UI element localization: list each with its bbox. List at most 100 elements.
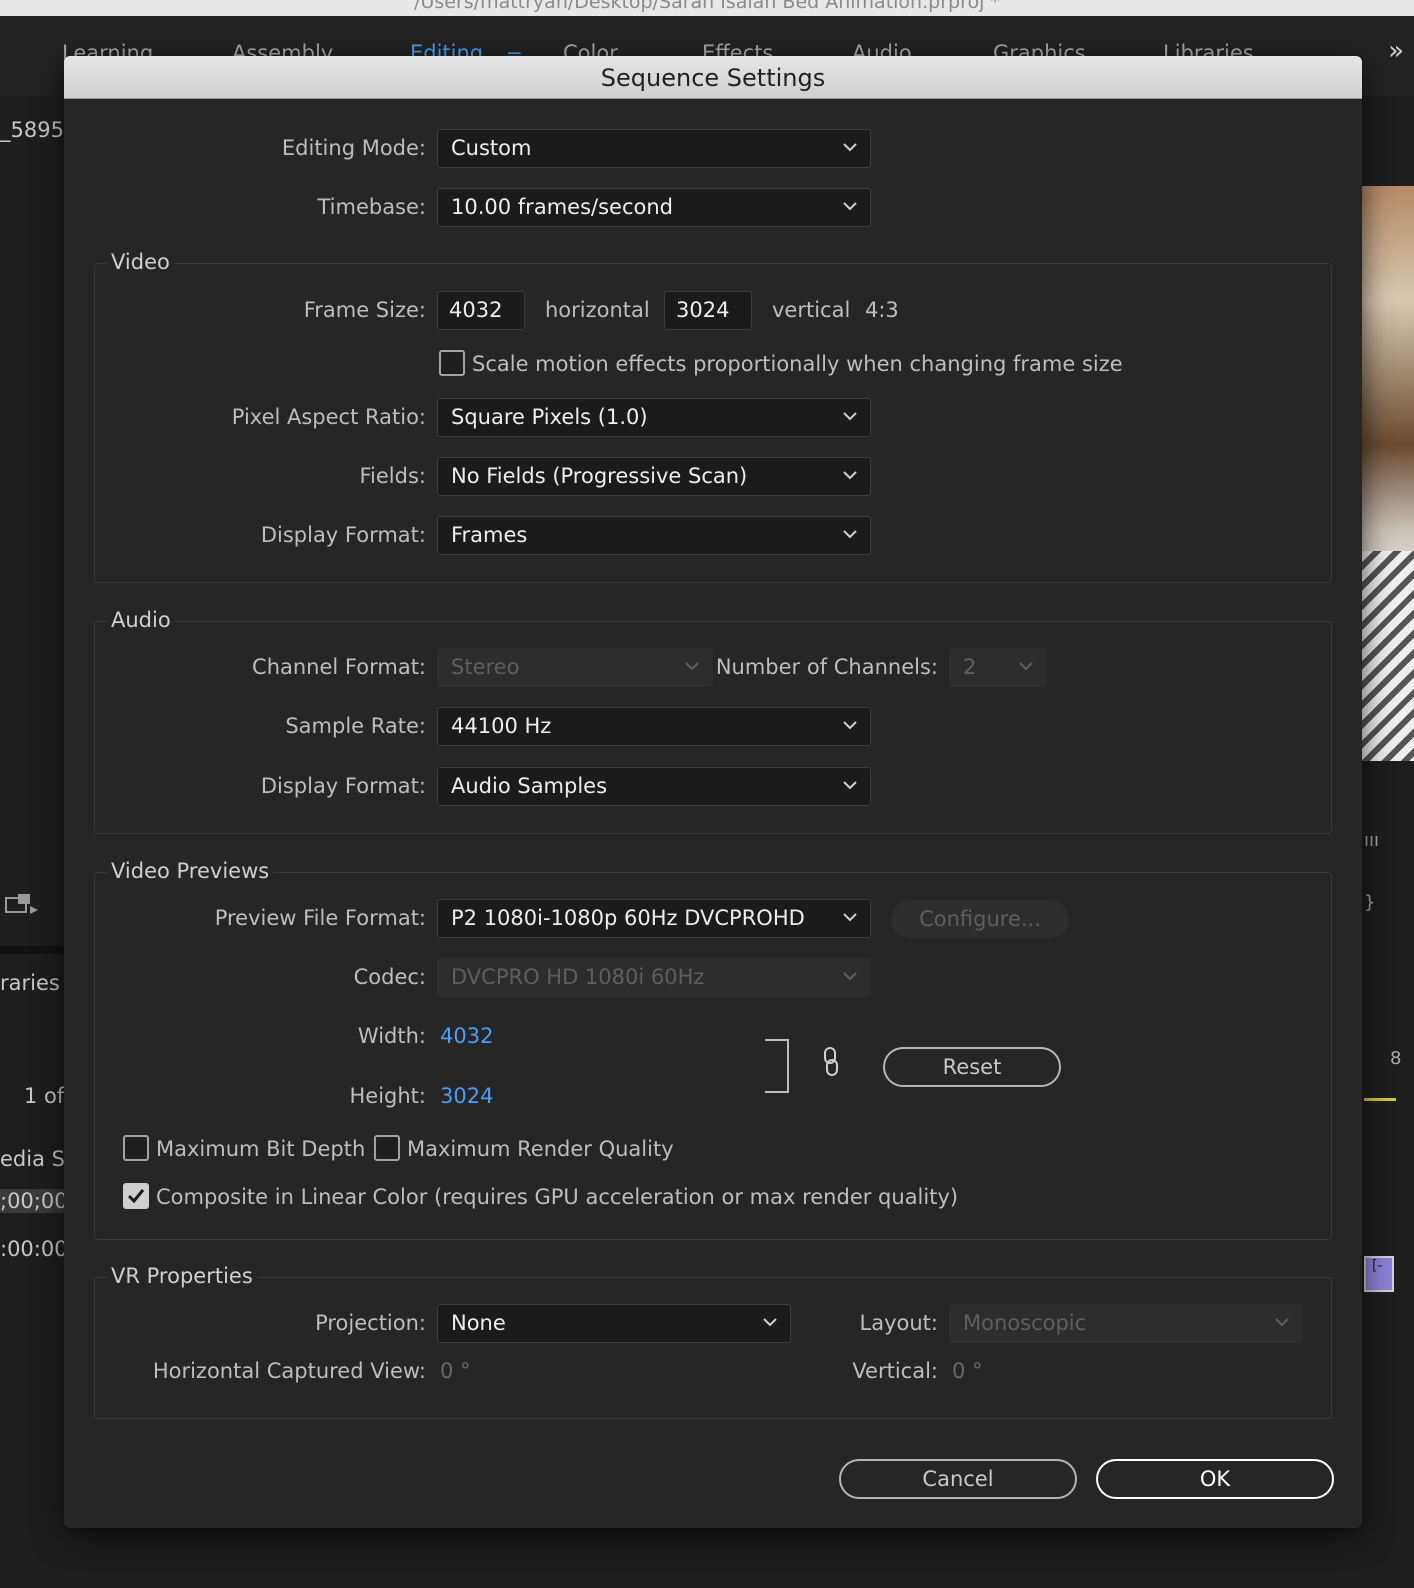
export-frame-icon[interactable] [4,892,40,923]
chevron-down-icon [843,781,857,790]
max-bit-depth-label: Maximum Bit Depth [156,1137,366,1161]
scale-motion-label: Scale motion effects proportionally when… [472,352,1123,376]
chevron-down-icon [843,143,857,152]
h-captured-view-value: 0 ° [440,1359,471,1383]
video-display-format-label: Display Format: [260,523,426,547]
cancel-button[interactable]: Cancel [839,1459,1077,1499]
projection-label: Projection: [315,1311,426,1335]
frame-width-value: 4032 [449,298,503,322]
channel-format-label: Channel Format: [252,655,426,679]
max-render-quality-label: Maximum Render Quality [407,1137,674,1161]
layout-value: Monoscopic [963,1311,1087,1335]
projection-value: None [451,1311,506,1335]
chain-link-icon[interactable] [822,1046,840,1078]
ruler-ticks-icon: ııı [1364,830,1380,851]
scale-motion-checkbox[interactable] [439,350,465,376]
vr-properties-group: VR Properties [94,1264,1332,1419]
preview-height-label: Height: [349,1084,427,1108]
timecode-readout: :00:00 [0,1237,64,1261]
video-group-title: Video [107,250,174,274]
num-channels-select[interactable]: 2 [949,648,1047,687]
media-start-label: edia Sta [0,1147,64,1171]
channel-format-value: Stereo [451,655,520,679]
max-bit-depth-checkbox[interactable] [123,1135,149,1161]
clip-name: _5895 [0,118,64,142]
app-title-bar: /Users/mattryan/Desktop/Sarah Isaiah Bed… [0,0,1414,16]
audio-display-format-label: Display Format: [260,774,426,798]
layout-select[interactable]: Monoscopic [949,1304,1303,1343]
fields-value: No Fields (Progressive Scan) [451,464,748,488]
sample-rate-value: 44100 Hz [451,714,552,738]
max-render-quality-checkbox[interactable] [374,1135,400,1161]
configure-button[interactable]: Configure... [891,900,1069,938]
aspect-ratio-readout: 4:3 [865,298,899,322]
audio-group-title: Audio [107,608,175,632]
work-area-bar[interactable] [1364,1098,1396,1101]
audio-display-format-select[interactable]: Audio Samples [437,767,871,806]
timebase-value: 10.00 frames/second [451,195,673,219]
timebase-label: Timebase: [317,195,426,219]
vertical-view-value: 0 ° [952,1359,983,1383]
channel-format-select[interactable]: Stereo [437,648,713,687]
page-indicator: 1 of [24,1084,64,1108]
frame-size-label: Frame Size: [303,298,426,322]
libraries-tab[interactable]: raries [0,971,60,995]
projection-select[interactable]: None [437,1304,791,1343]
chevron-down-icon [1019,662,1033,671]
preview-format-select[interactable]: P2 1080i-1080p 60Hz DVCPROHD [437,899,871,938]
h-captured-view-label: Horizontal Captured View: [152,1359,426,1383]
video-display-format-select[interactable]: Frames [437,516,871,555]
fields-label: Fields: [359,464,427,488]
dialog-title: Sequence Settings [600,64,826,92]
composite-linear-checkbox[interactable] [123,1183,149,1209]
timebase-select[interactable]: 10.00 frames/second [437,188,871,227]
num-channels-label: Number of Channels: [715,655,938,679]
preview-height-value[interactable]: 3024 [440,1084,493,1108]
composite-linear-label: Composite in Linear Color (requires GPU … [156,1185,959,1209]
ok-button[interactable]: OK [1096,1459,1334,1499]
pixel-aspect-value: Square Pixels (1.0) [451,405,648,429]
frame-width-field[interactable]: 4032 [437,291,525,330]
bottom-toolbar [0,1530,1414,1588]
preview-width-label: Width: [357,1024,426,1048]
editing-mode-select[interactable]: Custom [437,129,871,168]
audio-display-format-value: Audio Samples [451,774,608,798]
codec-value: DVCPRO HD 1080i 60Hz [451,965,705,989]
vertical-view-label: Vertical: [852,1359,938,1383]
pixel-aspect-select[interactable]: Square Pixels (1.0) [437,398,871,437]
preview-format-value: P2 1080i-1080p 60Hz DVCPROHD [451,906,805,930]
more-workspaces-icon[interactable]: » [1388,36,1404,66]
codec-select[interactable]: DVCPRO HD 1080i 60Hz [437,958,871,997]
frame-height-field[interactable]: 3024 [664,291,752,330]
sample-rate-select[interactable]: 44100 Hz [437,707,871,746]
timecode-field[interactable]: ;00;00 [0,1189,64,1213]
left-panel: _5895 raries 1 of edia Sta ;00;00 :00:00 [0,96,64,1588]
chevron-down-icon [843,913,857,922]
pixel-aspect-label: Pixel Aspect Ratio: [231,405,426,429]
bracket-icon[interactable]: } [1364,892,1375,913]
vertical-label: vertical [772,298,851,322]
timeline-clip[interactable]: [- [1364,1256,1394,1292]
codec-label: Codec: [353,965,426,989]
preview-width-value[interactable]: 4032 [440,1024,493,1048]
fields-select[interactable]: No Fields (Progressive Scan) [437,457,871,496]
chevron-down-icon [843,412,857,421]
timeline-number: 8 [1390,1048,1402,1069]
reset-button[interactable]: Reset [883,1047,1061,1087]
sample-rate-label: Sample Rate: [285,714,426,738]
chevron-down-icon [843,202,857,211]
editing-mode-label: Editing Mode: [281,136,426,160]
aspect-link-bracket [765,1039,789,1093]
chevron-down-icon [1275,1318,1289,1327]
horizontal-label: horizontal [545,298,650,322]
num-channels-value: 2 [963,655,977,679]
vr-properties-group-title: VR Properties [107,1264,257,1288]
app-title: /Users/mattryan/Desktop/Sarah Isaiah Bed… [414,0,1000,13]
chevron-down-icon [843,972,857,981]
checkmark-icon [127,1189,145,1204]
program-monitor-image-pattern [1362,551,1414,761]
chevron-down-icon [843,471,857,480]
preview-format-label: Preview File Format: [214,906,426,930]
chevron-down-icon [685,662,699,671]
sequence-settings-dialog: Sequence Settings Editing Mode: Custom T… [64,56,1362,1528]
